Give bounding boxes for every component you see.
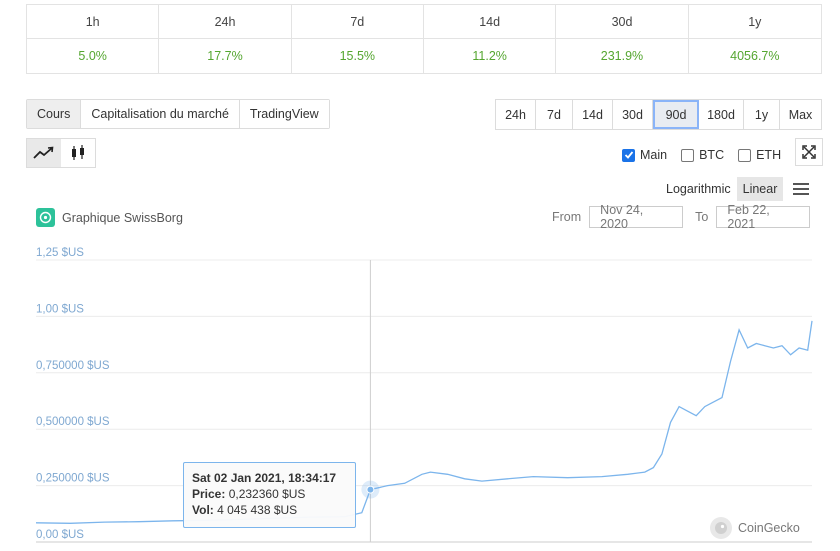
credit-text: CoinGecko: [738, 521, 800, 535]
coingecko-credit[interactable]: CoinGecko: [710, 517, 800, 539]
range-max[interactable]: Max: [780, 100, 821, 129]
tooltip-price-label: Price:: [192, 487, 226, 501]
range-180d[interactable]: 180d: [699, 100, 744, 129]
compare-btc-label: BTC: [699, 148, 725, 162]
tooltip-date: Sat 02 Jan 2021, 18:34:17: [192, 471, 337, 485]
y-tick-label: 0,250000 $US: [36, 473, 110, 485]
scale-toggle: Logarithmic Linear: [660, 177, 810, 201]
compare-eth-checkbox[interactable]: ETH: [738, 148, 781, 162]
y-tick-label: 1,00 $US: [36, 303, 84, 315]
compare-options: Main BTC ETH: [622, 148, 781, 162]
price-tooltip: Sat 02 Jan 2021, 18:34:17 Price: 0,23236…: [183, 462, 356, 528]
chart-title: Graphique SwissBorg: [36, 208, 183, 227]
perf-header-24h: 24h: [159, 5, 292, 39]
tooltip-vol-value: 4 045 438 $US: [217, 503, 298, 517]
range-30d[interactable]: 30d: [613, 100, 653, 129]
compare-eth-label: ETH: [756, 148, 782, 162]
compare-btc-checkbox[interactable]: BTC: [681, 148, 724, 162]
perf-value-14d: 11.2%: [424, 39, 557, 73]
tab-tradingview[interactable]: TradingView: [239, 100, 329, 128]
perf-header-1y: 1y: [688, 5, 821, 39]
perf-value-24h: 17.7%: [159, 39, 292, 73]
compare-main-label: Main: [640, 148, 668, 162]
line-chart-icon: [33, 146, 54, 159]
performance-table: 1h 24h 7d 14d 30d 1y 5.0% 17.7% 15.5% 11…: [26, 4, 822, 74]
y-tick-label: 0,00 $US: [36, 529, 84, 541]
perf-header-7d: 7d: [291, 5, 424, 39]
date-from-input[interactable]: Nov 24, 2020: [589, 203, 684, 231]
checkbox-checked-icon: [622, 148, 635, 162]
date-to-label: To: [695, 210, 709, 224]
hamburger-menu-icon[interactable]: [793, 180, 810, 198]
perf-value-1y: 4056.7%: [730, 49, 780, 63]
checkbox-empty-icon: [681, 148, 695, 162]
chart-tabs: Cours Capitalisation du marché TradingVi…: [26, 99, 330, 129]
perf-value-7d: 15.5%: [292, 39, 424, 73]
chart-title-text: Graphique SwissBorg: [62, 210, 183, 225]
candlestick-button[interactable]: [61, 139, 95, 167]
range-14d[interactable]: 14d: [573, 100, 613, 129]
scale-linear[interactable]: Linear: [736, 177, 784, 201]
checkbox-empty-icon: [738, 148, 752, 162]
range-7d[interactable]: 7d: [536, 100, 573, 129]
candlestick-icon: [72, 145, 84, 160]
fullscreen-button[interactable]: [795, 138, 823, 166]
range-1y[interactable]: 1y: [744, 100, 780, 129]
y-tick-label: 1,25 $US: [36, 247, 84, 259]
date-range: From Nov 24, 2020 To Feb 22, 2021: [552, 203, 811, 231]
tooltip-vol-label: Vol:: [192, 503, 214, 517]
scale-logarithmic[interactable]: Logarithmic: [660, 177, 737, 201]
perf-header-1h: 1h: [27, 5, 160, 39]
date-from-label: From: [552, 210, 582, 224]
range-selector: 24h 7d 14d 30d 90d 180d 1y Max: [495, 99, 822, 130]
perf-value-30d: 231.9%: [556, 39, 689, 73]
expand-icon: [802, 145, 816, 159]
tooltip-price-value: 0,232360 $US: [228, 487, 306, 501]
range-24h[interactable]: 24h: [496, 100, 536, 129]
price-chart[interactable]: 0,00 $US 0,250000 $US 0,500000 $US 0,750000…: [0, 240, 840, 551]
perf-header-30d: 30d: [556, 5, 689, 39]
chart-type-toggle: [26, 138, 96, 168]
perf-header-14d: 14d: [423, 5, 557, 39]
line-chart-button[interactable]: [27, 139, 61, 167]
tab-cours[interactable]: Cours: [27, 100, 82, 128]
y-tick-label: 0,500000 $US: [36, 416, 110, 428]
date-to-input[interactable]: Feb 22, 2021: [716, 203, 811, 231]
coingecko-logo-icon: [710, 517, 732, 539]
highlight-point: [366, 485, 375, 494]
y-tick-label: 0,750000 $US: [36, 360, 110, 372]
tab-market-cap[interactable]: Capitalisation du marché: [81, 100, 240, 128]
swissborg-logo-icon: [36, 208, 55, 227]
perf-value-1h: 5.0%: [27, 39, 160, 73]
series-line-main: [35, 320, 813, 524]
compare-main-checkbox[interactable]: Main: [622, 148, 667, 162]
range-90d[interactable]: 90d: [653, 100, 699, 129]
